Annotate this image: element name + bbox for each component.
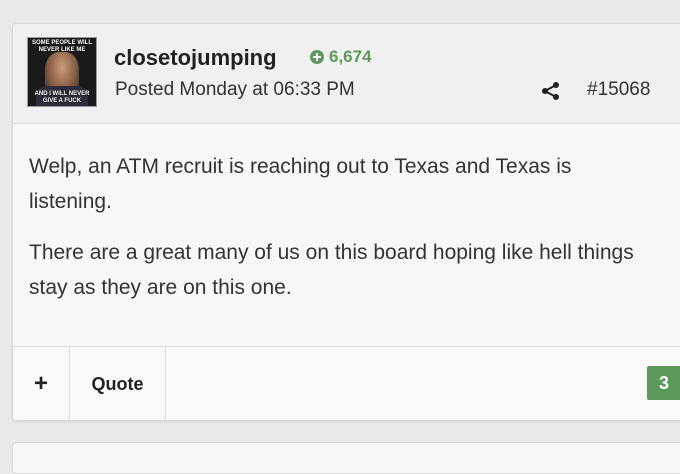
avatar[interactable]: SOME PEOPLE WILL NEVER LIKE ME AND I WIL… [27, 37, 97, 107]
reputation-badge: 6,674 [310, 47, 372, 67]
avatar-meme-bottom-text: AND I WILL NEVER GIVE A FUCK [34, 91, 90, 104]
post-paragraph-2: There are a great many of us on this boa… [29, 241, 634, 299]
forum-post: SOME PEOPLE WILL NEVER LIKE ME AND I WIL… [12, 23, 680, 421]
multiquote-button[interactable]: + [13, 347, 70, 420]
share-icon[interactable] [541, 81, 561, 101]
post-number-link[interactable]: #15068 [587, 79, 650, 101]
reaction-count-badge[interactable]: 3 [647, 366, 680, 400]
post-timestamp[interactable]: Posted Monday at 06:33 PM [115, 79, 355, 101]
avatar-meme-top-text: SOME PEOPLE WILL NEVER LIKE ME [31, 40, 92, 53]
username-link[interactable]: closetojumping [114, 45, 277, 71]
post-paragraph-1: Welp, an ATM recruit is reaching out to … [29, 155, 572, 213]
post-content: Welp, an ATM recruit is reaching out to … [29, 149, 659, 321]
reputation-count: 6,674 [329, 47, 372, 66]
plus-circle-icon [310, 50, 324, 64]
post-header: SOME PEOPLE WILL NEVER LIKE ME AND I WIL… [13, 24, 680, 124]
quote-button[interactable]: Quote [70, 347, 166, 420]
post-footer: + Quote 3 [13, 346, 680, 420]
next-post-card [12, 442, 680, 474]
